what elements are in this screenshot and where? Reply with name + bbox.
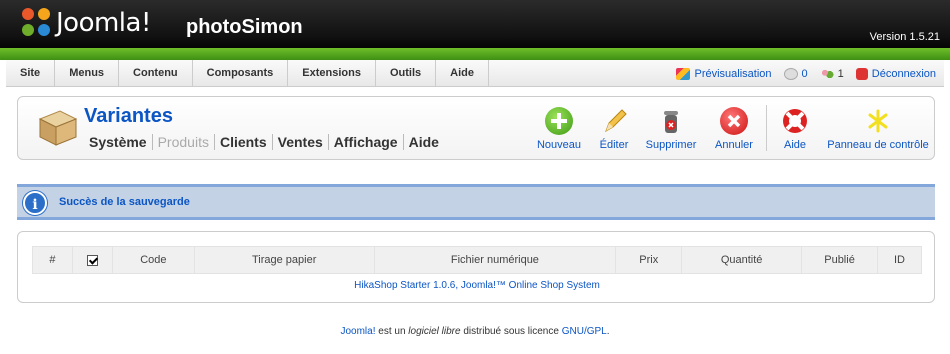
lifebuoy-icon [781, 107, 809, 135]
col-print[interactable]: Tirage papier [193, 246, 375, 274]
help-button[interactable]: Aide [778, 107, 812, 151]
help-label: Aide [783, 139, 807, 151]
preview-link[interactable]: Prévisualisation [694, 68, 771, 80]
menu-help[interactable]: Aide [436, 60, 489, 87]
site-name: photoSimon [186, 16, 303, 38]
variants-table: # Code Tirage papier Fichier numérique P… [32, 246, 923, 298]
control-panel-button[interactable]: Panneau de contrôle [826, 107, 930, 151]
footer-text-1: est un [375, 326, 409, 337]
submenu-system[interactable]: Système [89, 134, 153, 150]
control-panel-label: Panneau de contrôle [827, 139, 929, 151]
submenu-clients[interactable]: Clients [215, 134, 273, 150]
delete-button[interactable]: Supprimer [644, 107, 698, 151]
cancel-icon [720, 107, 748, 135]
trash-icon [657, 107, 685, 135]
col-price[interactable]: Prix [615, 246, 683, 274]
info-icon: i [23, 191, 47, 215]
joomla-logo-icon [22, 8, 52, 38]
messages-icon [783, 67, 798, 80]
preview-icon [676, 67, 691, 80]
message-text: Succès de la sauvegarde [59, 196, 190, 208]
menu-extensions[interactable]: Extensions [288, 60, 376, 87]
status-bar: Prévisualisation 0 1 Déconnexion [676, 60, 936, 87]
new-button[interactable]: Nouveau [536, 107, 582, 151]
logout-link[interactable]: Déconnexion [872, 68, 936, 80]
menu-bar: Site Menus Contenu Composants Extensions… [6, 60, 944, 87]
license-link[interactable]: GNU/GPL [562, 326, 607, 337]
col-select-all [71, 246, 113, 274]
submenu-products: Produits [153, 134, 215, 150]
col-quantity[interactable]: Quantité [681, 246, 803, 274]
version-label: Version 1.5.21 [869, 31, 940, 43]
menu-menus[interactable]: Menus [55, 60, 120, 87]
messages-count[interactable]: 0 [802, 68, 808, 80]
footer-text-2: distribué sous licence [460, 326, 562, 337]
submenu-help[interactable]: Aide [404, 134, 444, 150]
hikashop-credit[interactable]: HikaShop Starter 1.0.6, Joomla!™ Online … [33, 274, 922, 298]
logout-icon [855, 67, 868, 80]
cancel-button[interactable]: Annuler [712, 107, 756, 151]
menu-site[interactable]: Site [6, 60, 56, 87]
col-code[interactable]: Code [111, 246, 195, 274]
control-panel-icon [864, 107, 892, 135]
users-icon [819, 67, 834, 80]
edit-label: Éditer [599, 139, 629, 151]
logo-text: Joomla! [56, 8, 151, 38]
menu-tools[interactable]: Outils [376, 60, 437, 87]
col-digital-file[interactable]: Fichier numérique [373, 246, 617, 274]
new-label: Nouveau [536, 139, 582, 151]
page-footer: Joomla! est un logiciel libre distribué … [0, 326, 950, 337]
col-published[interactable]: Publié [801, 246, 878, 274]
menu-content[interactable]: Contenu [119, 60, 193, 87]
joomla-link[interactable]: Joomla! [340, 326, 375, 337]
col-number: # [32, 246, 73, 274]
select-all-checkbox[interactable] [86, 254, 98, 266]
submenu-sales[interactable]: Ventes [273, 134, 329, 150]
box-icon [36, 107, 78, 147]
menu-components[interactable]: Composants [193, 60, 289, 87]
header: Joomla! photoSimon Version 1.5.21 [0, 0, 950, 52]
footer-free-software: logiciel libre [408, 326, 461, 337]
pencil-icon [600, 107, 628, 135]
delete-label: Supprimer [645, 139, 697, 151]
table-box: # Code Tirage papier Fichier numérique P… [17, 231, 935, 303]
col-id[interactable]: ID [876, 246, 923, 274]
success-message: i Succès de la sauvegarde [17, 184, 935, 220]
users-count: 1 [837, 67, 844, 80]
edit-button[interactable]: Éditer [596, 107, 632, 151]
joomla-logo: Joomla! [22, 8, 151, 38]
cancel-label: Annuler [715, 139, 753, 151]
table-header-row: # Code Tirage papier Fichier numérique P… [32, 246, 923, 274]
page-title: Variantes [84, 105, 173, 127]
submenu: Système Produits Clients Ventes Affichag… [89, 134, 444, 150]
plus-icon [545, 107, 573, 135]
header-green-stripe [0, 48, 950, 60]
toolbar-divider [766, 105, 767, 151]
footer-end: . [606, 326, 610, 337]
toolbar-box: Variantes Système Produits Clients Vente… [17, 96, 935, 160]
submenu-display[interactable]: Affichage [329, 134, 404, 150]
